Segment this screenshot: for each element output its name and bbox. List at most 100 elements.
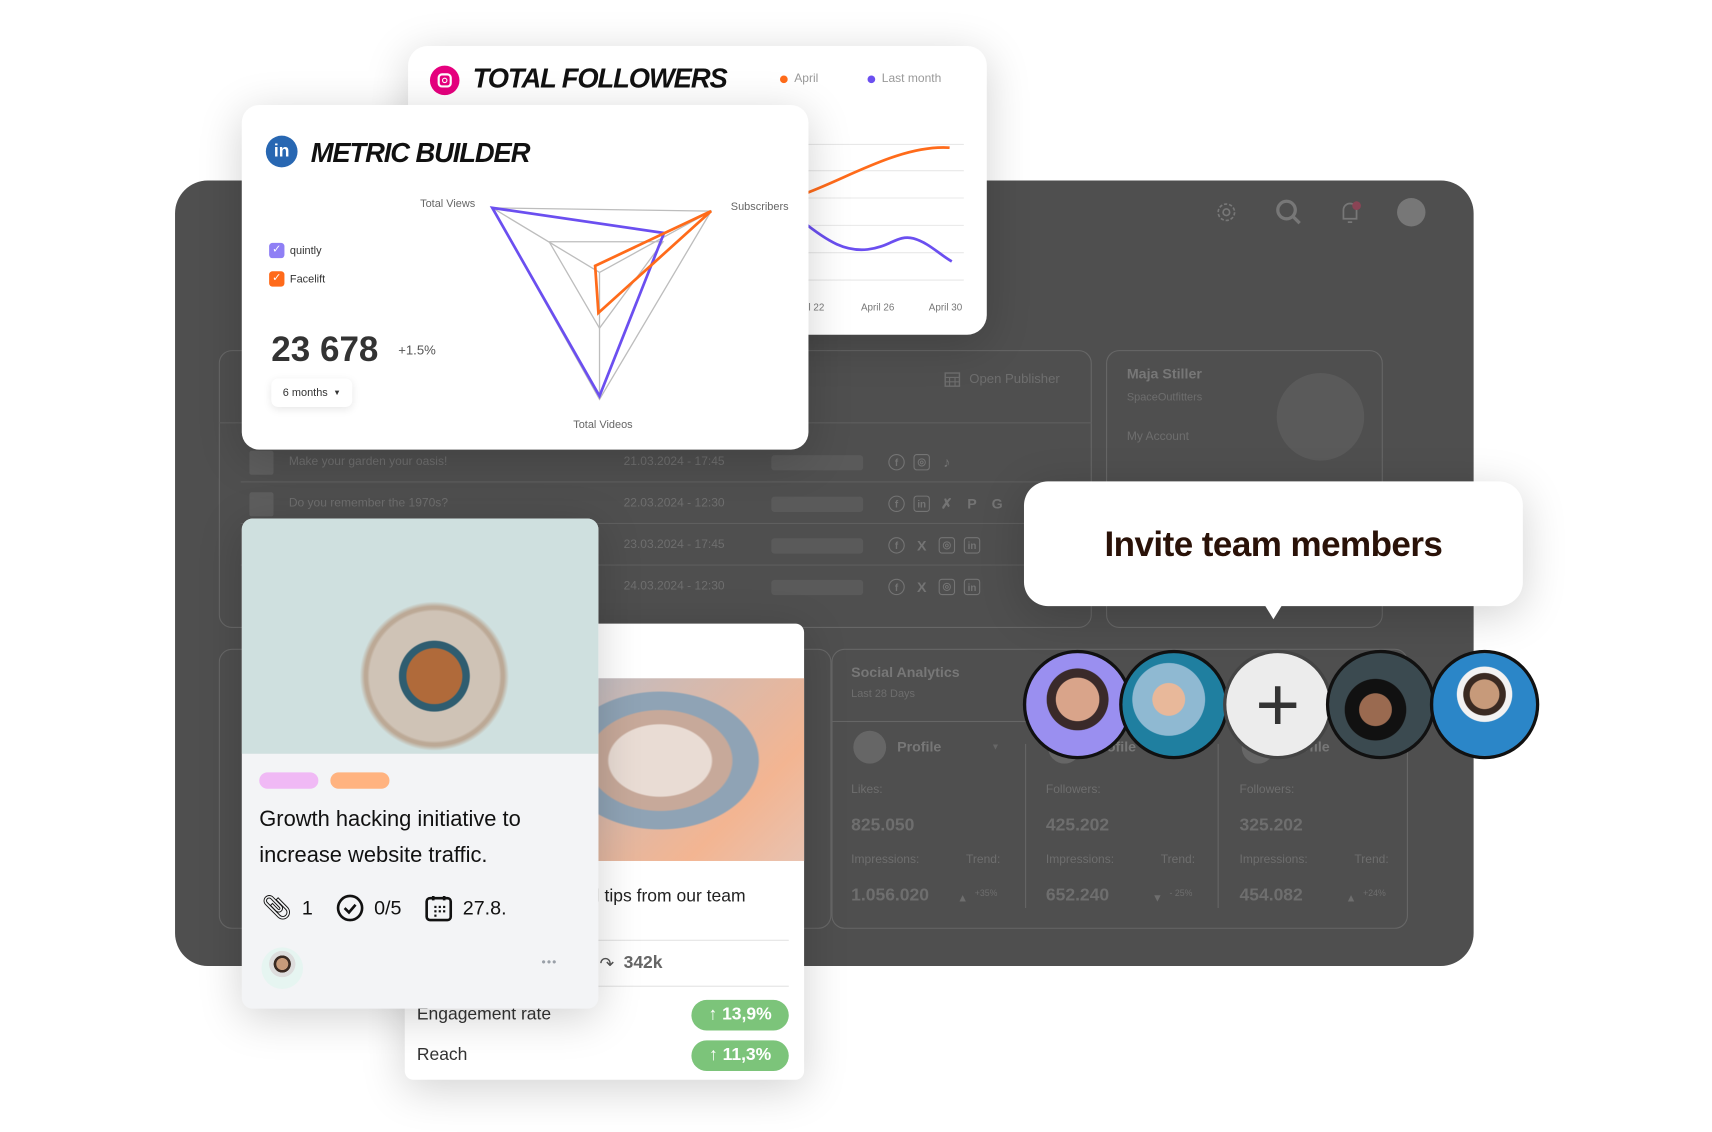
social-analytics-subtitle: Last 28 Days	[851, 688, 915, 701]
metric-label: Likes:	[851, 783, 883, 797]
impressions-value: 652.240	[1045, 886, 1110, 905]
open-publisher-link[interactable]: Open Publisher	[969, 371, 1059, 386]
more-options-icon[interactable]: •••	[542, 956, 558, 969]
paperclip-icon: 📎︎	[261, 893, 293, 922]
metric-builder-card: in METRIC BUILDER ✓ quintly ✓ Facelift 23 …	[241, 105, 809, 450]
trend-value: - 25%	[1169, 888, 1193, 899]
radar-chart	[489, 206, 713, 401]
x-tick: April 30	[928, 301, 963, 313]
impressions-label: Impressions:	[1045, 853, 1115, 867]
instagram-icon: ◎	[938, 578, 956, 596]
post-text: il tips from our team	[591, 887, 746, 906]
checklist-icon	[336, 894, 364, 922]
tag[interactable]	[330, 772, 390, 789]
task-title: Growth hacking initiative to increase we…	[259, 807, 521, 868]
post-title: Make your garden your oasis!	[288, 455, 448, 469]
series-last-month-line	[801, 219, 953, 263]
invite-label: Invite team members	[1104, 523, 1443, 563]
x-icon: X	[916, 537, 927, 554]
metric-badge: ↑ 11,3%	[691, 1040, 789, 1072]
shares-count: 342k	[623, 953, 663, 973]
post-date: 22.03.2024 - 12:30	[623, 496, 725, 510]
radar-grid-outer	[491, 207, 713, 401]
assignee-avatar[interactable]	[261, 947, 304, 989]
task-card[interactable]: Growth hacking initiative to increase we…	[241, 518, 599, 1009]
radar-axis-label: Subscribers	[730, 201, 789, 214]
invite-team-bubble[interactable]: Invite team members	[1023, 481, 1523, 620]
post-date: 23.03.2024 - 17:45	[623, 538, 725, 552]
calendar-icon	[425, 895, 453, 922]
task-image	[241, 518, 599, 754]
linkedin-icon: in	[963, 578, 981, 596]
metric-label: Reach	[416, 1045, 468, 1065]
metric-label: Followers:	[1045, 783, 1101, 797]
user-avatar[interactable]	[1397, 198, 1426, 227]
x-icon: X	[916, 578, 927, 596]
add-member-button[interactable]: +	[1223, 649, 1333, 760]
share-icon: ↷	[599, 955, 615, 974]
attachment-count: 1	[301, 896, 313, 919]
x-tick: April 26	[860, 301, 895, 313]
instagram-icon: ◎	[938, 537, 956, 554]
google-icon: G	[991, 495, 1003, 512]
post-image	[598, 678, 805, 861]
team-member-avatar[interactable]	[1022, 649, 1133, 760]
metric-value: 825.050	[851, 816, 915, 835]
metric-value: 425.202	[1045, 816, 1110, 835]
trend-label: Trend:	[1160, 853, 1196, 867]
impressions-value: 454.082	[1239, 886, 1303, 905]
tiktok-icon: ♪	[943, 454, 951, 471]
team-member-avatar[interactable]	[1119, 649, 1229, 760]
trend-value: +35%	[974, 888, 998, 899]
radar-axis-label: Total Videos	[573, 419, 633, 432]
gear-icon[interactable]	[1215, 201, 1237, 223]
pinterest-icon: P	[967, 495, 977, 512]
trend-up-icon: ▲	[957, 892, 969, 905]
metric-value: 325.202	[1239, 816, 1303, 835]
bell-icon[interactable]	[1339, 199, 1363, 225]
profile-selector[interactable]: Profile	[897, 738, 941, 754]
account-avatar	[1276, 373, 1365, 461]
facebook-icon: f	[888, 495, 905, 512]
xing-icon: ✗	[940, 495, 953, 512]
arrow-up-icon: ↑	[708, 1045, 723, 1065]
trend-up-icon: ▲	[1345, 892, 1357, 905]
instagram-icon: ◎	[913, 454, 930, 471]
facebook-icon: f	[888, 454, 905, 471]
arrow-up-icon: ↑	[708, 1005, 723, 1024]
search-icon[interactable]	[1276, 199, 1302, 225]
caret-down-icon[interactable]: ▼	[991, 742, 1000, 752]
facebook-icon: f	[888, 578, 905, 596]
gridlines	[801, 143, 964, 281]
bubble-tail	[1264, 604, 1283, 620]
team-member-avatar[interactable]	[1429, 649, 1540, 760]
impressions-value: 1.056.020	[851, 886, 930, 905]
account-name: Maja Stiller	[1126, 365, 1202, 382]
trend-label: Trend:	[966, 853, 1001, 867]
my-account-link[interactable]: My Account	[1127, 430, 1189, 443]
tag[interactable]	[259, 772, 319, 789]
radar-grid-inner	[548, 241, 665, 330]
post-title: Do you remember the 1970s?	[288, 496, 449, 510]
team-member-avatar[interactable]	[1325, 649, 1436, 760]
due-date: 27.8.	[462, 896, 507, 919]
analytics-column: Profile ▼ Likes: 825.050 Impressions: Trend: 1…	[851, 729, 1026, 915]
social-analytics-title: Social Analytics	[851, 664, 960, 681]
checklist-count: 0/5	[374, 896, 402, 919]
radar-axis-label: Total Views	[420, 198, 476, 211]
radar-series-quintly	[489, 206, 666, 400]
impressions-label: Impressions:	[851, 853, 920, 867]
trend-label: Trend:	[1354, 853, 1389, 867]
trend-value: +24%	[1363, 888, 1386, 899]
metric-label: Followers:	[1239, 783, 1295, 797]
profile-avatar	[853, 730, 887, 764]
impressions-label: Impressions:	[1239, 853, 1308, 867]
radar-spoke	[491, 207, 600, 273]
calendar-icon	[944, 372, 961, 387]
plus-icon: +	[1255, 661, 1301, 748]
post-date: 21.03.2024 - 17:45	[623, 455, 725, 469]
trend-down-icon: ▼	[1151, 892, 1163, 905]
linkedin-icon: in	[913, 495, 930, 512]
account-company: SpaceOutfitters	[1126, 391, 1203, 404]
facebook-icon: f	[888, 537, 905, 554]
